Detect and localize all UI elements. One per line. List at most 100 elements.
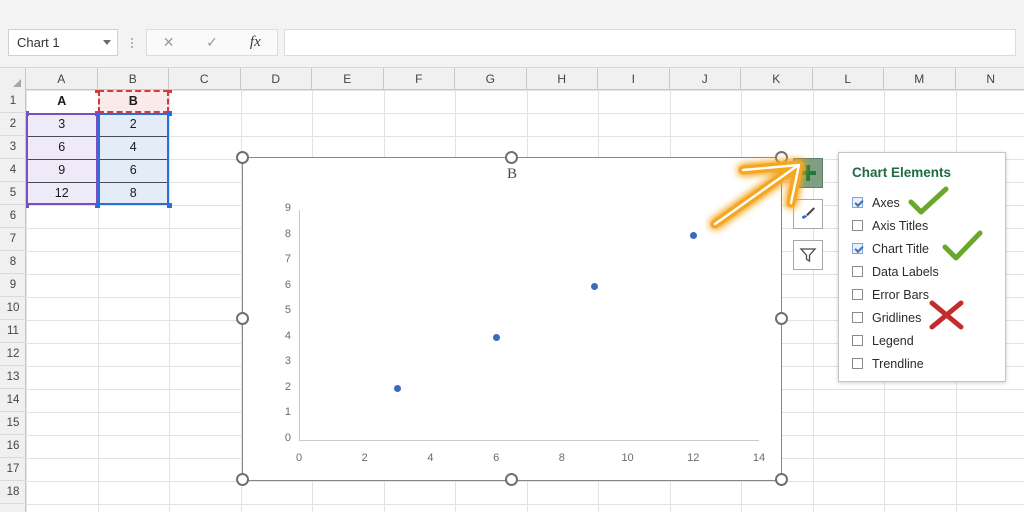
chart-element-item-data-labels[interactable]: Data Labels [852,260,939,283]
column-header-N[interactable]: N [956,68,1024,90]
checkbox-icon[interactable] [852,197,863,208]
column-header-G[interactable]: G [455,68,527,90]
chart-element-item-trendline[interactable]: Trendline [852,352,924,375]
y-axis-tick-3: 3 [284,355,291,368]
row-header-4[interactable]: 4 [0,159,26,182]
checkbox-icon[interactable] [852,289,863,300]
row-header-1[interactable]: 1 [0,90,26,113]
chevron-down-icon[interactable] [97,30,117,55]
column-header-F[interactable]: F [384,68,455,90]
range-handle-b-br[interactable] [166,202,172,208]
range-handle-a-tr[interactable] [95,110,100,116]
row-header-7[interactable]: 7 [0,228,26,251]
chart-element-item-axes[interactable]: Axes [852,191,900,214]
chart-element-label: Chart Title [872,241,929,256]
row-header-5[interactable]: 5 [0,182,26,205]
checkbox-icon[interactable] [852,243,863,254]
chart-element-item-legend[interactable]: Legend [852,329,914,352]
range-handle-b-tr[interactable] [166,110,172,116]
name-box[interactable]: Chart 1 [8,29,118,56]
plus-icon [800,165,816,181]
chart-filters-button[interactable] [793,240,823,270]
fx-icon[interactable]: fx [234,30,277,55]
chart-handle-bc[interactable] [505,473,518,486]
select-all-corner[interactable] [0,68,26,90]
chart-handle-mr[interactable] [775,312,788,325]
data-point[interactable] [689,232,697,240]
chart-handle-tc[interactable] [505,151,518,164]
row-header-2[interactable]: 2 [0,113,26,136]
column-header-B[interactable]: B [98,68,169,90]
row-header-14[interactable]: 14 [0,389,26,412]
chart-elements-button[interactable] [793,158,823,188]
range-handle-category-tl[interactable] [95,90,100,93]
row-header-6[interactable]: 6 [0,205,26,228]
column-header-I[interactable]: I [598,68,670,90]
x-axis-line[interactable] [299,440,759,441]
chart-handle-tl[interactable] [236,151,249,164]
chart-element-label: Axes [872,195,900,210]
chart-handle-bl[interactable] [236,473,249,486]
more-options-icon[interactable] [128,33,136,53]
column-header-L[interactable]: L [813,68,884,90]
checkbox-icon[interactable] [852,335,863,346]
column-header-K[interactable]: K [741,68,813,90]
checkbox-icon[interactable] [852,312,863,323]
row-header-3[interactable]: 3 [0,136,26,159]
data-point[interactable] [394,385,402,393]
chart-element-item-error-bars[interactable]: Error Bars [852,283,929,306]
row-header-18[interactable]: 18 [0,481,26,504]
checkbox-icon[interactable] [852,266,863,277]
column-header-E[interactable]: E [312,68,384,90]
column-header-C[interactable]: C [169,68,241,90]
chart-handle-ml[interactable] [236,312,249,325]
funnel-icon [799,248,817,263]
checkbox-icon[interactable] [852,220,863,231]
check-icon[interactable]: ✓ [190,30,233,55]
chart-element-item-gridlines[interactable]: Gridlines [852,306,921,329]
range-handle-category-tr[interactable] [166,90,172,93]
chart-handle-br[interactable] [775,473,788,486]
data-point[interactable] [591,283,599,291]
row-header-16[interactable]: 16 [0,435,26,458]
column-header-M[interactable]: M [884,68,956,90]
formula-bar: Chart 1 ✕ ✓ fx [0,0,1024,68]
row-header-9[interactable]: 9 [0,274,26,297]
range-handle-b-bl[interactable] [95,202,100,208]
row-header-17[interactable]: 17 [0,458,26,481]
chart-elements-panel[interactable]: Chart Elements Axes Axis Titles Chart Titl… [838,152,1006,382]
gridline-horizontal [26,136,1024,137]
data-point[interactable] [492,334,500,342]
column-header-D[interactable]: D [241,68,312,90]
row-header-10[interactable]: 10 [0,297,26,320]
column-header-A[interactable]: A [26,68,98,90]
column-header-J[interactable]: J [670,68,741,90]
chart-object[interactable]: B 0 1 2 3 4 5 6 7 8 9 0 2 4 6 8 10 12 14 [242,157,782,481]
y-axis-line[interactable] [299,210,300,440]
cell-A1[interactable]: A [26,90,98,113]
column-header-H[interactable]: H [527,68,598,90]
row-header-8[interactable]: 8 [0,251,26,274]
row-header-11[interactable]: 11 [0,320,26,343]
range-border-series-a [26,113,98,205]
y-axis-tick-6: 6 [284,278,291,291]
gridline-horizontal [26,504,1024,505]
chart-styles-button[interactable] [793,199,823,229]
formula-input[interactable] [284,29,1016,56]
cancel-icon[interactable]: ✕ [147,30,190,55]
plot-area[interactable]: 0 1 2 3 4 5 6 7 8 9 0 2 4 6 8 10 12 14 [243,158,781,480]
excel-chart-screen: Chart 1 ✕ ✓ fx ABCDEFGHIJKLMN 1234567891… [0,0,1024,512]
formula-action-buttons: ✕ ✓ fx [146,29,278,56]
chart-element-item-chart-title[interactable]: Chart Title [852,237,929,260]
chart-element-item-axis-titles[interactable]: Axis Titles [852,214,928,237]
row-header-13[interactable]: 13 [0,366,26,389]
row-header-15[interactable]: 15 [0,412,26,435]
y-axis-tick-9: 9 [284,202,291,214]
row-headers: 1 2 3 4 5 6 7 8 9 10 11 12 13 14 15 16 17 18 [0,90,26,512]
row-header-12[interactable]: 12 [0,343,26,366]
range-handle-a-bl[interactable] [26,202,29,208]
range-handle-a-tl[interactable] [26,110,29,116]
chart-handle-tr[interactable] [775,151,788,164]
checkbox-icon[interactable] [852,358,863,369]
y-axis-tick-0: 0 [284,432,291,444]
